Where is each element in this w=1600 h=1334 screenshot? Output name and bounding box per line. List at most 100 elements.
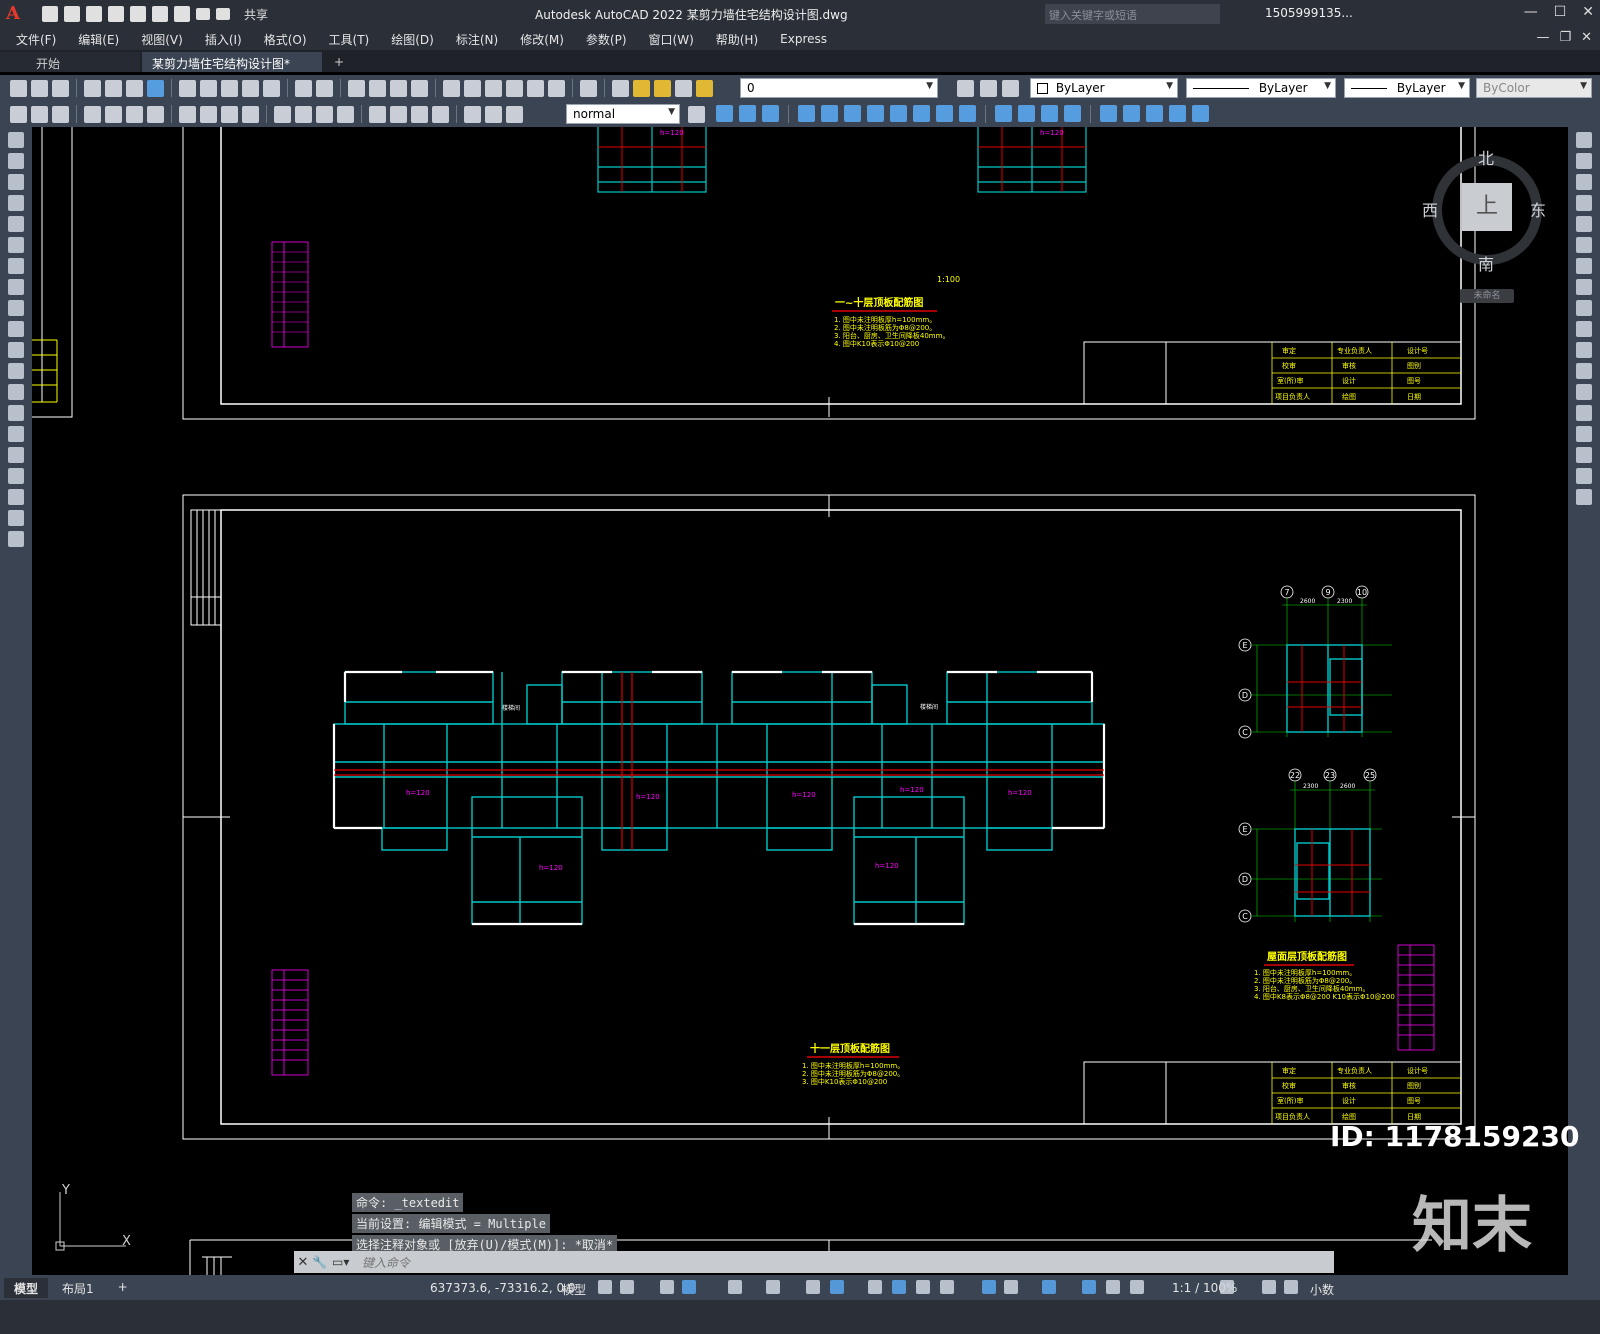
publish-3d-icon[interactable] xyxy=(126,79,143,97)
save-icon[interactable] xyxy=(86,6,102,22)
new-tab-button[interactable]: + xyxy=(324,52,350,72)
search-input[interactable]: 键入关键字或短语 xyxy=(1045,4,1220,24)
blend-icon[interactable] xyxy=(1576,468,1592,484)
object-snap-tracking-icon[interactable] xyxy=(806,1280,820,1294)
table-icon[interactable] xyxy=(8,489,24,505)
offset-icon[interactable] xyxy=(1576,195,1592,211)
menu-dimension[interactable]: 标注(N) xyxy=(456,31,498,48)
polyline-icon[interactable] xyxy=(8,174,24,190)
drawing-canvas[interactable]: h=120 h=120 一~十层顶板配筋图 1:100 1. 图中未注明板厚h=… xyxy=(32,127,1568,1275)
array-icon[interactable] xyxy=(1576,216,1592,232)
new-file-icon[interactable] xyxy=(42,6,58,22)
angular-dim-icon[interactable] xyxy=(242,105,259,123)
erase-icon[interactable] xyxy=(1576,132,1592,148)
menu-tools[interactable]: 工具(T) xyxy=(329,31,370,48)
add-selected-icon[interactable] xyxy=(8,531,24,547)
menu-modify[interactable]: 修改(M) xyxy=(520,31,564,48)
dynamic-ucs-icon[interactable] xyxy=(982,1280,996,1294)
menu-insert[interactable]: 插入(I) xyxy=(205,31,242,48)
layer-previous-icon[interactable] xyxy=(980,79,997,97)
annotation-visibility-icon[interactable] xyxy=(1082,1280,1096,1294)
inspection-icon[interactable] xyxy=(411,105,428,123)
dim-edit-icon[interactable] xyxy=(464,105,481,123)
viewcube-top-face[interactable]: 上 xyxy=(1462,183,1512,231)
sheet-set-icon[interactable] xyxy=(506,79,523,97)
region-icon[interactable] xyxy=(8,468,24,484)
render-icon[interactable] xyxy=(1192,105,1209,122)
make-layer-current-icon[interactable] xyxy=(957,79,974,97)
hatch-icon[interactable] xyxy=(8,426,24,442)
ucs-menu-button[interactable]: 未命名 xyxy=(1460,289,1514,303)
layer-iso-icon[interactable] xyxy=(52,105,69,123)
linetype-dropdown[interactable]: ByLayer ▼ xyxy=(1186,78,1336,98)
scale-icon[interactable] xyxy=(1576,279,1592,295)
textstyle-dropdown[interactable]: normal ▼ xyxy=(566,104,680,124)
layer-dropdown[interactable]: 0 ▼ xyxy=(740,78,938,98)
close-icon[interactable]: ✕ xyxy=(1582,4,1594,20)
menu-express[interactable]: Express xyxy=(780,32,827,46)
layer-properties-icon[interactable] xyxy=(612,79,629,97)
save-icon[interactable] xyxy=(52,79,69,97)
tab-start[interactable]: 开始 xyxy=(0,52,140,72)
color-dropdown[interactable]: ByLayer ▼ xyxy=(1030,78,1178,98)
dim-style-icon[interactable] xyxy=(688,105,705,123)
polygon-icon[interactable] xyxy=(8,195,24,211)
jogged-dim-icon[interactable] xyxy=(200,105,217,123)
help-icon[interactable] xyxy=(580,79,597,97)
wedge-icon[interactable] xyxy=(739,105,756,122)
add-layout-button[interactable]: + xyxy=(108,1278,138,1298)
isodraft-icon[interactable] xyxy=(766,1280,780,1294)
center-mark-icon[interactable] xyxy=(390,105,407,123)
zoom-realtime-icon[interactable] xyxy=(369,79,386,97)
cone-icon[interactable] xyxy=(762,105,779,122)
menu-help[interactable]: 帮助(H) xyxy=(716,31,758,48)
dim-text-edit-icon[interactable] xyxy=(485,105,502,123)
trim-icon[interactable] xyxy=(1576,321,1592,337)
match-icon[interactable] xyxy=(10,105,27,123)
viewcube-west[interactable]: 西 xyxy=(1422,197,1438,221)
tab-layout1[interactable]: 布局1 xyxy=(52,1278,104,1298)
print-icon[interactable] xyxy=(84,79,101,97)
tool-palettes-icon[interactable] xyxy=(485,79,502,97)
diameter-dim-icon[interactable] xyxy=(221,105,238,123)
join-icon[interactable] xyxy=(1576,405,1592,421)
3d-osnap-icon[interactable] xyxy=(940,1280,954,1294)
baseline-dim-icon[interactable] xyxy=(295,105,312,123)
shell-icon[interactable] xyxy=(1018,105,1035,122)
viewcube[interactable]: 上 北 南 东 西 xyxy=(1422,145,1546,274)
revcloud-icon[interactable] xyxy=(8,279,24,295)
construction-line-icon[interactable] xyxy=(8,153,24,169)
snap-icon[interactable] xyxy=(620,1280,634,1294)
command-prompt-icon[interactable]: ▭▾ xyxy=(332,1255,362,1269)
units-dropdown[interactable]: 小数 xyxy=(1310,1281,1334,1298)
doc-close-icon[interactable]: ✕ xyxy=(1581,30,1592,45)
copy-object-icon[interactable] xyxy=(1576,153,1592,169)
customize-icon[interactable]: 🔧 xyxy=(312,1255,332,1269)
block-editor-icon[interactable] xyxy=(263,79,280,97)
menu-view[interactable]: 视图(V) xyxy=(141,31,183,48)
paste-icon[interactable] xyxy=(221,79,238,97)
doc-restore-icon[interactable]: ❐ xyxy=(1559,30,1571,45)
workspace-gear-icon[interactable] xyxy=(1220,1280,1234,1294)
export-icon[interactable] xyxy=(152,6,168,22)
layer-freeze-icon[interactable] xyxy=(654,79,671,97)
pan-icon[interactable] xyxy=(348,79,365,97)
mtext-icon[interactable] xyxy=(8,510,24,526)
auto-scale-icon[interactable] xyxy=(1106,1280,1120,1294)
intersect-icon[interactable] xyxy=(844,105,861,122)
presspull-icon[interactable] xyxy=(959,105,976,122)
save-as-icon[interactable] xyxy=(108,6,124,22)
menu-file[interactable]: 文件(F) xyxy=(16,31,56,48)
menu-edit[interactable]: 编辑(E) xyxy=(78,31,119,48)
continue-dim-icon[interactable] xyxy=(316,105,333,123)
point-icon[interactable] xyxy=(8,405,24,421)
share-button[interactable]: 共享 xyxy=(244,6,268,23)
preview-icon[interactable] xyxy=(105,79,122,97)
layer-walk-icon[interactable] xyxy=(31,105,48,123)
command-line[interactable]: ✕ 🔧 ▭▾ 键入命令 xyxy=(294,1251,1334,1273)
extrude-icon[interactable] xyxy=(867,105,884,122)
smooth-icon[interactable] xyxy=(1146,105,1163,122)
fillet-icon[interactable] xyxy=(1576,447,1592,463)
sweep-icon[interactable] xyxy=(913,105,930,122)
quick-dim-icon[interactable] xyxy=(274,105,291,123)
